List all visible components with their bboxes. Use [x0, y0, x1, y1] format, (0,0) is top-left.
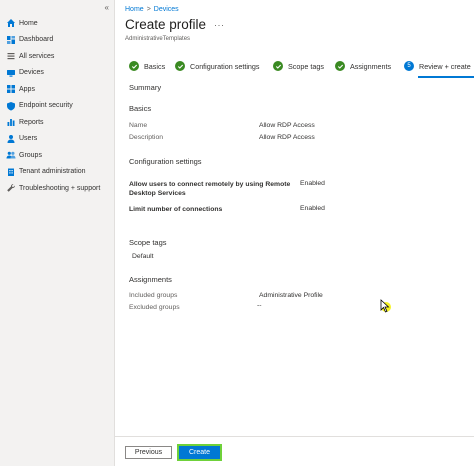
- sidebar-item-devices[interactable]: Devices: [5, 65, 113, 82]
- step-assignments[interactable]: Assignments: [335, 61, 391, 71]
- setting-name-line: Desktop Services: [129, 190, 186, 197]
- wizard-steps: Basics Configuration settings Scope tags…: [129, 61, 474, 78]
- check-icon: [335, 61, 345, 71]
- setting-name-line: Allow users to connect remotely by using…: [129, 181, 291, 188]
- all-services-icon: [5, 51, 16, 62]
- sidebar-item-home[interactable]: Home: [5, 15, 113, 32]
- assignments-heading: Assignments: [129, 275, 172, 284]
- sidebar: « Home Dashboard All services Devices Ap…: [0, 0, 115, 466]
- excluded-groups-label: Excluded groups: [129, 304, 180, 311]
- step-basics[interactable]: Basics: [129, 61, 165, 71]
- breadcrumb-home-link[interactable]: Home: [125, 6, 144, 13]
- step-label: Basics: [144, 61, 166, 71]
- setting-value: Enabled: [300, 180, 325, 187]
- sidebar-item-label: Troubleshooting + support: [19, 184, 101, 192]
- dashboard-icon: [5, 34, 16, 45]
- main-panel: Home > Devices Create profile ··· Administ…: [115, 0, 474, 466]
- step-review-create[interactable]: 5 Review + create: [404, 61, 471, 71]
- page-subtitle: AdministrativeTemplates: [125, 36, 191, 42]
- active-step-underline: [418, 76, 474, 78]
- step-configuration-settings[interactable]: Configuration settings: [175, 61, 260, 71]
- name-value: Allow RDP Access: [259, 122, 315, 129]
- breadcrumb: Home > Devices: [125, 6, 179, 13]
- description-label: Description: [129, 134, 163, 141]
- more-options-icon[interactable]: ···: [214, 20, 225, 30]
- home-icon: [5, 18, 16, 29]
- sidebar-item-dashboard[interactable]: Dashboard: [5, 32, 113, 49]
- sidebar-item-all-services[interactable]: All services: [5, 48, 113, 65]
- included-groups-label: Included groups: [129, 292, 178, 299]
- sidebar-item-troubleshooting[interactable]: Troubleshooting + support: [5, 180, 113, 197]
- endpoint-security-icon: [5, 100, 16, 111]
- collapse-sidebar-icon[interactable]: «: [105, 3, 109, 12]
- step-scope-tags[interactable]: Scope tags: [273, 61, 324, 71]
- groups-icon: [5, 150, 16, 161]
- previous-button[interactable]: Previous: [125, 446, 172, 459]
- included-groups-value: Administrative Profile: [259, 292, 323, 299]
- sidebar-item-label: Endpoint security: [19, 102, 73, 110]
- setting-name: Limit number of connections: [129, 206, 223, 213]
- step-label: Review + create: [419, 61, 471, 71]
- step-label: Scope tags: [288, 61, 324, 71]
- tenant-admin-icon: [5, 166, 16, 177]
- sidebar-item-endpoint-security[interactable]: Endpoint security: [5, 98, 113, 115]
- sidebar-item-label: Dashboard: [19, 36, 54, 44]
- setting-name: Allow users to connect remotely by using…: [129, 180, 290, 198]
- sidebar-item-users[interactable]: Users: [5, 131, 113, 148]
- description-value: Allow RDP Access: [259, 134, 315, 141]
- basics-heading: Basics: [129, 104, 152, 113]
- check-icon: [129, 61, 139, 71]
- scope-tag-value: Default: [132, 253, 154, 260]
- apps-icon: [5, 84, 16, 95]
- sidebar-item-label: Devices: [19, 69, 44, 77]
- sidebar-item-groups[interactable]: Groups: [5, 147, 113, 164]
- sidebar-item-label: Apps: [19, 85, 35, 93]
- scope-tags-heading: Scope tags: [129, 238, 167, 247]
- users-icon: [5, 133, 16, 144]
- sidebar-item-tenant-administration[interactable]: Tenant administration: [5, 164, 113, 181]
- sidebar-item-label: All services: [19, 52, 55, 60]
- setting-value: Enabled: [300, 205, 325, 212]
- sidebar-item-label: Home: [19, 19, 38, 27]
- sidebar-nav: Home Dashboard All services Devices Apps…: [5, 15, 113, 197]
- sidebar-item-apps[interactable]: Apps: [5, 81, 113, 98]
- mouse-cursor-icon: [380, 299, 390, 313]
- reports-icon: [5, 117, 16, 128]
- sidebar-item-label: Groups: [19, 151, 42, 159]
- check-icon: [273, 61, 283, 71]
- troubleshooting-icon: [5, 183, 16, 194]
- sidebar-item-label: Reports: [19, 118, 44, 126]
- page-title: Create profile: [125, 17, 207, 32]
- devices-icon: [5, 67, 16, 78]
- breadcrumb-devices-link[interactable]: Devices: [154, 6, 179, 13]
- excluded-groups-value: --: [257, 302, 262, 309]
- breadcrumb-separator: >: [146, 6, 151, 13]
- sidebar-item-reports[interactable]: Reports: [5, 114, 113, 131]
- step-number-badge: 5: [404, 61, 414, 71]
- sidebar-item-label: Users: [19, 135, 38, 143]
- configuration-heading: Configuration settings: [129, 157, 202, 166]
- sidebar-item-label: Tenant administration: [19, 168, 86, 176]
- create-button[interactable]: Create: [179, 446, 220, 459]
- footer-bar: Previous Create: [115, 436, 474, 466]
- check-icon: [175, 61, 185, 71]
- step-label: Assignments: [350, 61, 392, 71]
- summary-heading: Summary: [129, 83, 162, 92]
- step-label: Configuration settings: [190, 61, 260, 71]
- name-label: Name: [129, 122, 148, 129]
